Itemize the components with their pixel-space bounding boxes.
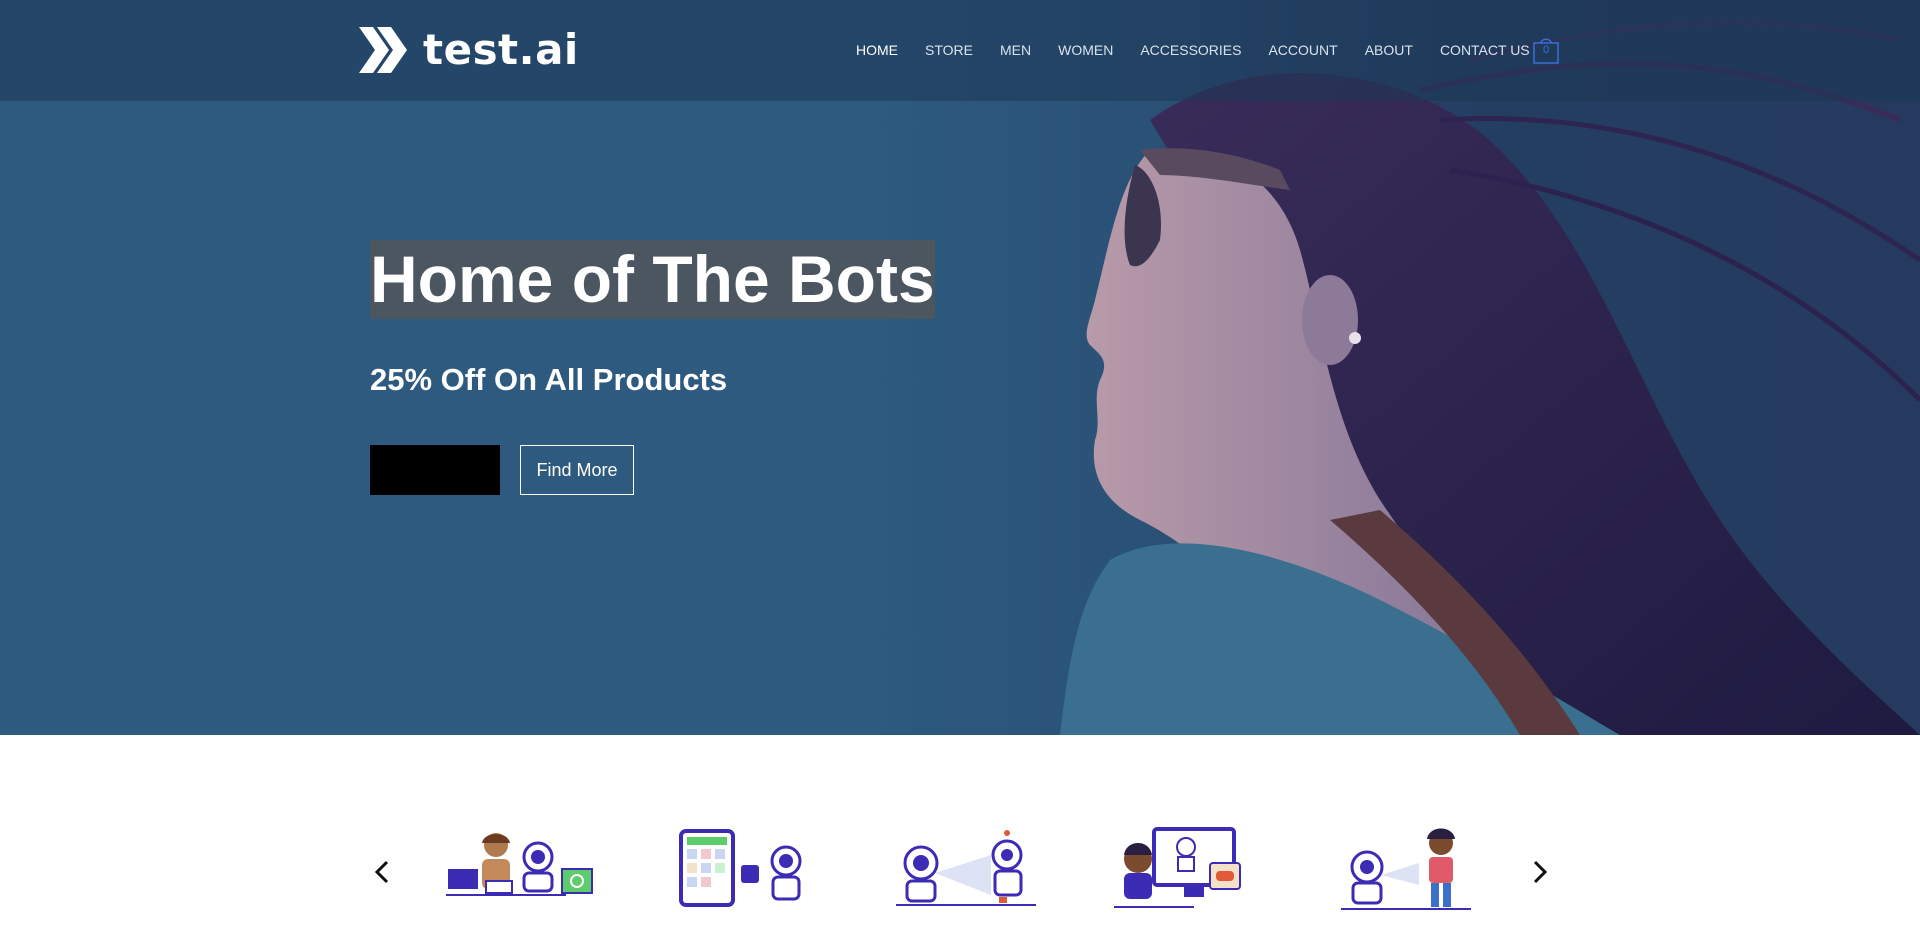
nav-item-men[interactable]: MEN [1000,42,1031,58]
carousel-slide-3[interactable] [891,825,1041,915]
cart-button[interactable]: 0 [1533,36,1559,64]
carousel-slide-1[interactable] [446,825,596,915]
robots-scanning-icon [896,830,1036,906]
carousel-prev-arrow-icon[interactable] [368,857,398,887]
hero-subheadline: 25% Off On All Products [370,362,728,397]
carousel-slide-4[interactable] [1114,825,1264,915]
product-carousel [0,735,1920,931]
logo-chevrons-icon [359,27,407,73]
carousel-next-arrow-icon[interactable] [1524,857,1554,887]
hero-section [0,0,1920,735]
nav-item-account[interactable]: ACCOUNT [1268,42,1337,58]
nav-item-store[interactable]: STORE [925,42,973,58]
hero-primary-button[interactable] [370,445,500,495]
carousel-slide-2[interactable] [671,825,821,915]
person-and-robots-with-laptops-icon [446,833,593,896]
find-more-button[interactable]: Find More [520,445,634,495]
cart-count: 0 [1542,44,1550,56]
brand-logo[interactable]: test.ai [359,27,579,73]
hero-headline: Home of The Bots [370,240,935,319]
brand-name: test.ai [423,25,579,74]
main-nav: HOME STORE MEN WOMEN ACCESSORIES ACCOUNT… [856,42,1557,58]
nav-item-women[interactable]: WOMEN [1058,42,1113,58]
tablet-and-robot-icon [679,829,802,907]
hero-woman-image [1060,20,1920,735]
carousel-slide-5[interactable] [1331,825,1481,915]
nav-item-home[interactable]: HOME [856,42,898,58]
person-monitor-robot-gamepad-icon [1114,827,1241,908]
site-header: test.ai HOME STORE MEN WOMEN ACCESSORIES… [0,0,1920,101]
nav-item-accessories[interactable]: ACCESSORIES [1140,42,1241,58]
nav-item-about[interactable]: ABOUT [1365,42,1413,58]
nav-item-contact-us[interactable]: CONTACT US [1440,42,1530,58]
robot-and-person-icon [1341,828,1471,910]
